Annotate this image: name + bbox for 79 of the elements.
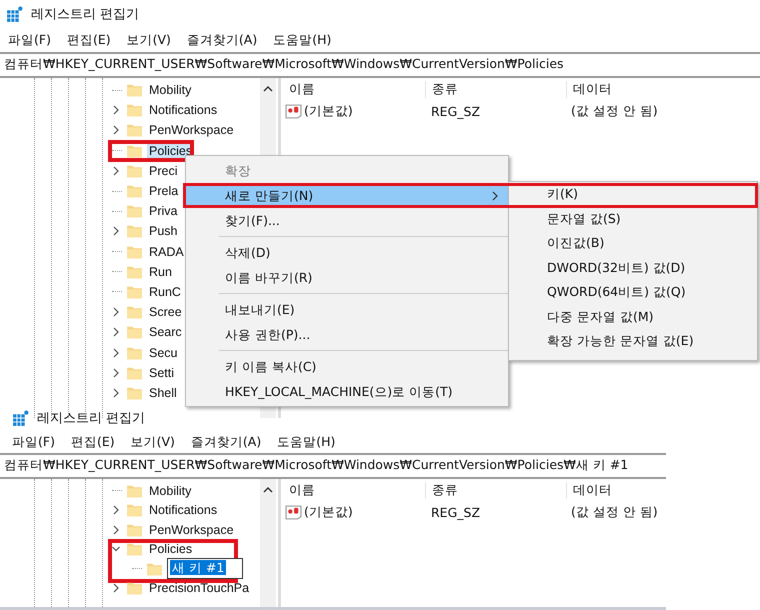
menu-item[interactable]: 파일(F) [8, 32, 51, 48]
tree-item[interactable]: RADA [147, 244, 186, 260]
table-cell-text: REG_SZ [430, 504, 482, 520]
string-value-icon [285, 102, 302, 120]
string-value-icon [285, 504, 302, 520]
tree-item[interactable]: Searc [147, 324, 184, 340]
expander-icon[interactable] [112, 348, 120, 358]
tree-item[interactable]: Scree [147, 304, 184, 320]
expander-icon[interactable] [112, 226, 120, 236]
menu-item[interactable]: 보기(V) [126, 32, 171, 48]
column-header[interactable]: 이름 [281, 80, 425, 98]
expander-icon[interactable] [112, 125, 120, 136]
table-cell-text: (값 설정 안 됨) [570, 504, 658, 520]
tree-item[interactable]: RunC [147, 284, 183, 300]
address-bar[interactable]: 컴퓨터₩HKEY_CURRENT_USER₩Software₩Microsoft₩Windows₩CurrentVersion₩Policies₩새 키 #1 [0, 453, 666, 479]
column-header[interactable]: 종류 [425, 80, 566, 98]
tree-item[interactable]: Preci [147, 162, 180, 179]
menu-item[interactable]: 보기(V) [130, 434, 175, 450]
tree-item[interactable]: Shell [147, 384, 179, 401]
submenu-item[interactable]: 확장 가능한 문자열 값(E) [509, 329, 757, 354]
context-menu-item[interactable]: 찾기(F)... [186, 208, 508, 233]
tree-item[interactable]: PrecisionTouchPa [147, 580, 252, 596]
column-header[interactable]: 데이터 [566, 482, 612, 498]
submenu-item[interactable]: 문자열 값(S) [509, 206, 757, 231]
menu-item[interactable]: 편집(E) [70, 434, 115, 450]
tree-item[interactable]: Priva [147, 203, 180, 220]
column-header[interactable]: 이름 [281, 482, 425, 498]
registry-icon [6, 6, 23, 22]
tree-item[interactable]: Notifications [147, 502, 220, 518]
expander-icon[interactable] [112, 307, 120, 318]
rename-field[interactable]: 새 키 #1 [167, 558, 244, 580]
submenu-item[interactable]: 다중 문자열 값(M) [509, 304, 757, 329]
submenu-item[interactable]: QWORD(64비트) 값(Q) [509, 280, 757, 304]
tree-item[interactable]: Run [147, 264, 174, 280]
scroll-up-icon[interactable] [263, 487, 273, 493]
tree-item[interactable]: PenWorkspace [147, 122, 236, 138]
tree-item[interactable]: Push [147, 223, 180, 240]
context-menu-item[interactable]: 이름 바꾸기(R) [186, 265, 508, 290]
value-name: (기본값) [304, 102, 353, 120]
context-menu-item[interactable]: 사용 권한(P)... [186, 322, 508, 347]
expander-icon[interactable] [112, 166, 120, 176]
menu-item[interactable]: 즐겨찾기(A) [186, 32, 258, 48]
column-header[interactable]: 종류 [425, 482, 566, 498]
submenu-item[interactable]: 키(K) [509, 182, 757, 206]
expander-icon[interactable] [112, 327, 120, 338]
table-cell-text: REG_SZ [430, 104, 482, 118]
menu-item[interactable]: 파일(F) [12, 434, 55, 450]
tree-item[interactable]: Setti [147, 364, 176, 381]
menu-item[interactable]: 도움말(H) [273, 32, 332, 48]
expander-icon[interactable] [112, 583, 120, 594]
submenu-item[interactable]: 이진값(B) [509, 231, 757, 256]
value-name: (기본값) [304, 504, 353, 520]
submenu-item[interactable]: DWORD(32비트) 값(D) [509, 256, 757, 280]
scroll-up-icon[interactable] [263, 86, 273, 92]
table-cell-text: (값 설정 안 됨) [570, 102, 658, 120]
menu-item[interactable]: 편집(E) [66, 32, 111, 48]
tree-item[interactable]: Mobility [147, 82, 194, 98]
context-menu-item[interactable]: 내보내기(E) [186, 297, 508, 322]
expander-icon[interactable] [112, 388, 120, 398]
tree-item[interactable]: Policies [147, 541, 194, 558]
context-menu-item[interactable]: 삭제(D) [186, 240, 508, 265]
tree-item[interactable]: Secu [147, 344, 180, 361]
expander-icon[interactable] [112, 505, 120, 516]
window-title: 레지스트리 편집기 [37, 410, 146, 427]
tree-item[interactable]: PenWorkspace [147, 522, 236, 538]
column-header[interactable]: 데이터 [566, 80, 612, 98]
expander-icon[interactable] [112, 105, 120, 116]
context-menu-item[interactable]: 키 이름 복사(C) [186, 354, 508, 379]
tree-item[interactable]: Prela [147, 183, 180, 200]
tree-item[interactable]: Notifications [147, 102, 220, 118]
menu-item[interactable]: 도움말(H) [277, 434, 336, 450]
tree-item[interactable]: Mobility [147, 482, 194, 499]
address-bar[interactable]: 컴퓨터₩HKEY_CURRENT_USER₩Software₩Microsoft₩Windows₩CurrentVersion₩Policies [0, 52, 760, 78]
registry-icon [12, 410, 29, 426]
menu-item[interactable]: 즐겨찾기(A) [190, 434, 262, 450]
window-title: 레지스트리 편집기 [31, 6, 140, 23]
context-menu-item[interactable]: HKEY_LOCAL_MACHINE(으)로 이동(T) [186, 379, 508, 404]
expander-icon[interactable] [112, 368, 120, 378]
expander-icon[interactable] [112, 524, 120, 535]
